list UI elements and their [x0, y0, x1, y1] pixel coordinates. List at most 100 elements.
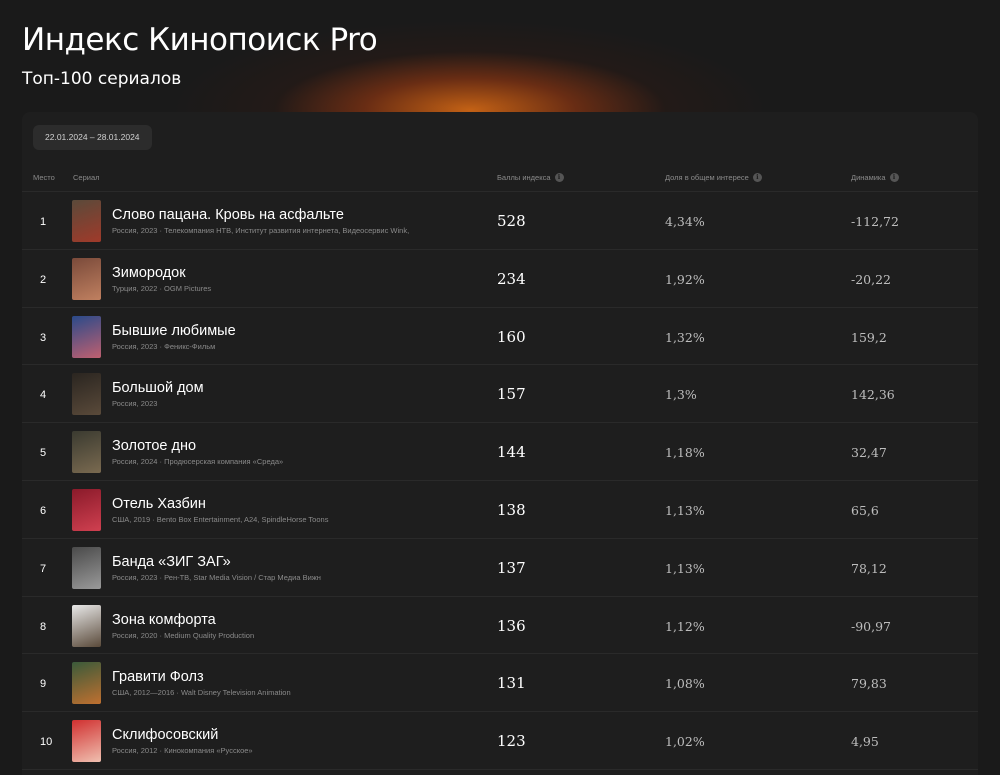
- series-title[interactable]: Слово пацана. Кровь на асфальте: [112, 207, 344, 223]
- dynamics-value: 142,36: [851, 387, 895, 403]
- series-meta: Турция, 2022 · OGM Pictures: [112, 283, 212, 293]
- rank-number: 2: [40, 273, 47, 286]
- dynamics-value: -112,72: [851, 214, 899, 229]
- table-row[interactable]: 1 Слово пацана. Кровь на асфальте Россия, …: [22, 192, 978, 250]
- series-title[interactable]: Зимородок: [112, 265, 186, 281]
- interest-share: 1,02%: [665, 734, 705, 750]
- dynamics-value: 32,47: [851, 445, 887, 461]
- column-header-score-label: Баллы индекса: [497, 173, 551, 182]
- rank-number: 8: [40, 620, 47, 633]
- series-meta: США, 2012—2016 · Walt Disney Television …: [112, 688, 291, 698]
- table-row[interactable]: 5 Золотое дно Россия, 2024 · Продюсерская …: [22, 423, 978, 481]
- dynamics-value: 79,83: [851, 676, 887, 692]
- series-title[interactable]: Бывшие любимые: [112, 323, 236, 339]
- series-title[interactable]: Банда «ЗИГ ЗАГ»: [112, 554, 231, 570]
- series-title[interactable]: Склифосовский: [112, 727, 218, 743]
- rank-number: 7: [40, 562, 47, 575]
- table-row[interactable]: 10 Склифосовский Россия, 2012 · Кинокомпан…: [22, 712, 978, 770]
- table-header: Место Сериал Баллы индекса i Доля в общем…: [22, 168, 978, 192]
- poster-image[interactable]: [72, 315, 101, 358]
- series-title[interactable]: Золотое дно: [112, 438, 196, 454]
- column-header-score: Баллы индекса i: [497, 173, 564, 182]
- index-score: 123: [497, 732, 526, 751]
- info-icon[interactable]: i: [889, 173, 899, 182]
- column-header-place-label: Место: [33, 173, 55, 182]
- interest-share: 4,34%: [665, 214, 705, 229]
- column-header-series: Сериал: [73, 173, 100, 182]
- interest-share: 1,3%: [665, 387, 697, 403]
- index-score: 131: [497, 674, 526, 693]
- column-header-place: Место: [33, 173, 55, 182]
- interest-share: 1,18%: [665, 445, 705, 461]
- index-score: 136: [497, 616, 526, 635]
- poster-image[interactable]: [72, 720, 101, 763]
- poster-image[interactable]: [72, 200, 101, 242]
- index-score: 160: [497, 327, 526, 346]
- poster-image[interactable]: [72, 431, 101, 474]
- poster-image[interactable]: [72, 257, 101, 300]
- series-meta: Россия, 2024 · Продюсерская компания «Ср…: [112, 457, 284, 467]
- page-subtitle: Топ-100 сериалов: [22, 69, 182, 89]
- index-score: 144: [497, 443, 526, 462]
- table-row[interactable]: 8 Зона комфорта Россия, 2020 · Medium Qual…: [22, 597, 978, 655]
- poster-image[interactable]: [72, 546, 101, 589]
- poster-image[interactable]: [72, 604, 101, 647]
- page-title: Индекс Кинопоиск Pro: [22, 22, 378, 58]
- index-score: 138: [497, 500, 526, 519]
- interest-share: 1,08%: [665, 676, 705, 692]
- interest-share: 1,32%: [665, 329, 705, 345]
- info-icon[interactable]: i: [752, 173, 762, 182]
- table-row[interactable]: 6 Отель Хазбин США, 2019 · Bento Box Enter…: [22, 481, 978, 539]
- dynamics-value: -90,97: [851, 618, 892, 634]
- dynamics-value: 65,6: [851, 502, 879, 518]
- dynamics-value: 159,2: [851, 329, 887, 345]
- series-title[interactable]: Отель Хазбин: [112, 496, 206, 512]
- series-meta: Россия, 2023 · Рен-ТВ, Star Media Vision…: [112, 572, 321, 582]
- series-meta: Россия, 2023 · Телекомпания НТВ, Институ…: [112, 226, 410, 235]
- column-header-series-label: Сериал: [73, 173, 100, 182]
- interest-share: 1,13%: [665, 560, 705, 576]
- table-row[interactable]: 3 Бывшие любимые Россия, 2023 · Феникс-Фил…: [22, 308, 978, 366]
- dynamics-value: 4,95: [851, 734, 879, 750]
- series-meta: Россия, 2023: [112, 399, 158, 409]
- series-title[interactable]: Зона комфорта: [112, 612, 216, 628]
- index-score: 157: [497, 385, 526, 404]
- rank-number: 6: [40, 504, 47, 517]
- interest-share: 1,13%: [665, 502, 705, 518]
- table-body: 1 Слово пацана. Кровь на асфальте Россия, …: [22, 192, 978, 770]
- series-meta: Россия, 2023 · Феникс-Фильм: [112, 341, 216, 351]
- series-meta: Россия, 2020 · Medium Quality Production: [112, 630, 255, 640]
- rank-number: 10: [40, 736, 53, 749]
- index-score: 234: [497, 269, 526, 288]
- interest-share: 1,92%: [665, 271, 705, 287]
- interest-share: 1,12%: [665, 618, 705, 634]
- poster-image[interactable]: [72, 488, 101, 531]
- rank-number: 1: [40, 216, 47, 228]
- table-row[interactable]: 4 Большой дом Россия, 2023 157 1,3% 142,36: [22, 365, 978, 424]
- rating-table-panel: 22.01.2024 – 28.01.2024 Место Сериал Бал…: [22, 112, 978, 775]
- date-range-selector[interactable]: 22.01.2024 – 28.01.2024: [33, 125, 152, 150]
- table-row[interactable]: 7 Банда «ЗИГ ЗАГ» Россия, 2023 · Рен-ТВ, S…: [22, 539, 978, 597]
- dynamics-value: -20,22: [851, 271, 892, 287]
- poster-image[interactable]: [72, 662, 101, 705]
- info-icon[interactable]: i: [554, 173, 564, 182]
- index-score: 137: [497, 558, 526, 577]
- poster-image[interactable]: [72, 373, 101, 416]
- series-meta: Россия, 2012 · Кинокомпания «Русское»: [112, 746, 253, 756]
- rank-number: 9: [40, 678, 47, 691]
- series-meta: США, 2019 · Bento Box Entertainment, A24…: [112, 514, 329, 524]
- series-title[interactable]: Гравити Фолз: [112, 669, 204, 685]
- series-title[interactable]: Большой дом: [112, 380, 204, 396]
- column-header-dynamics: Динамика i: [851, 173, 899, 182]
- rank-number: 4: [40, 389, 47, 402]
- column-header-share: Доля в общем интересе i: [665, 173, 762, 182]
- table-row[interactable]: 2 Зимородок Турция, 2022 · OGM Pictures 234…: [22, 250, 978, 308]
- rank-number: 5: [40, 447, 47, 460]
- rank-number: 3: [40, 331, 47, 344]
- column-header-dynamics-label: Динамика: [851, 173, 886, 182]
- index-score: 528: [497, 212, 526, 230]
- column-header-share-label: Доля в общем интересе: [665, 173, 749, 182]
- dynamics-value: 78,12: [851, 560, 887, 576]
- page-header: Индекс Кинопоиск Pro Топ-100 сериалов: [22, 20, 378, 90]
- table-row[interactable]: 9 Гравити Фолз США, 2012—2016 · Walt Disne…: [22, 654, 978, 713]
